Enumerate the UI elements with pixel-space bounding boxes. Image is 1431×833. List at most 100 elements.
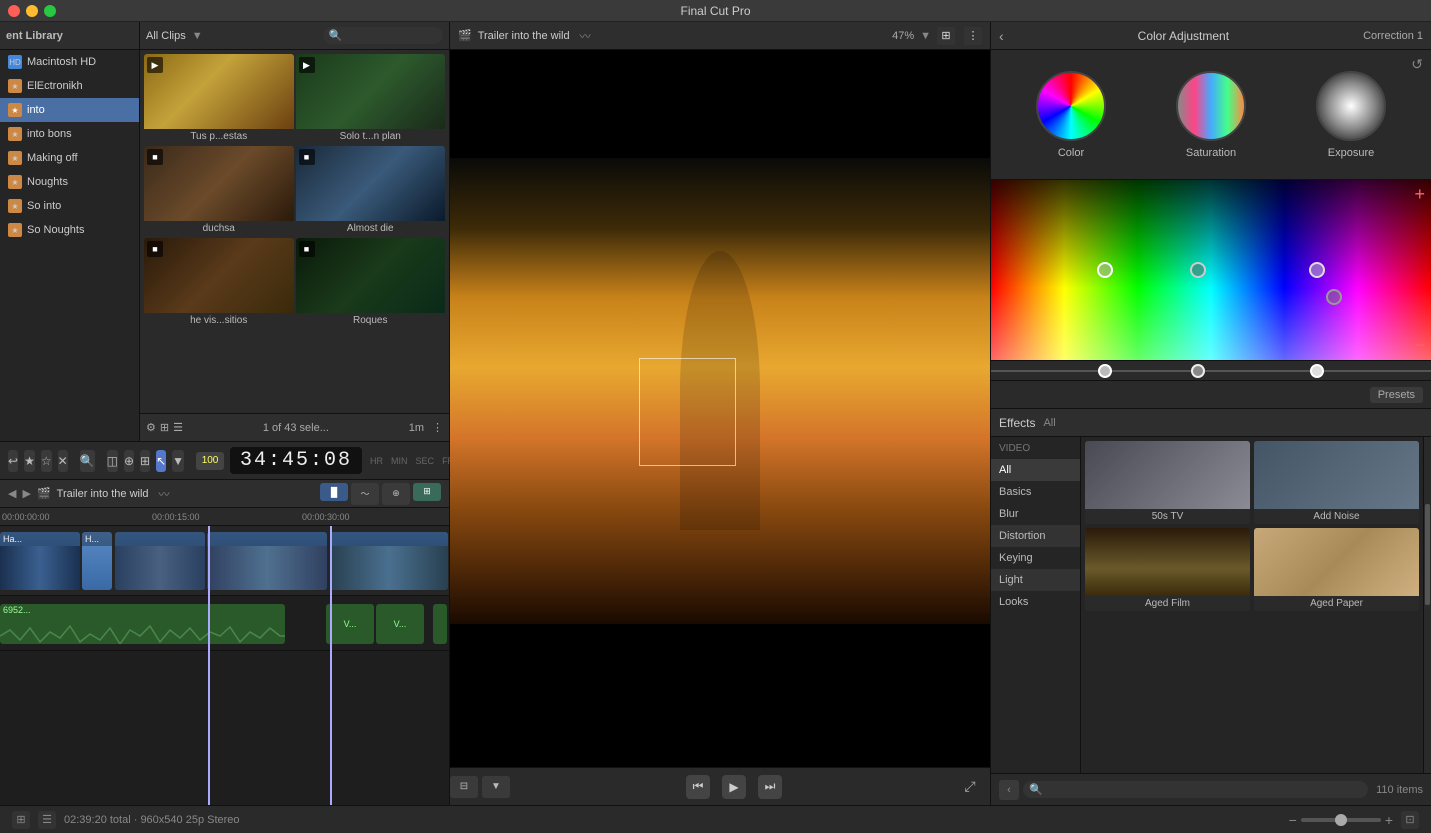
sidebar-item-making-off[interactable]: ★ Making off [0,146,139,170]
clip-item[interactable]: ■ he vis...sitios [144,238,294,328]
waveform-toggle[interactable]: 〜 [351,483,379,505]
color-h-slider[interactable] [991,360,1431,380]
zoom-fit-button[interactable]: ⊡ [1401,811,1419,829]
clip-item[interactable]: ▶ Solo t...n plan [296,54,446,144]
waveform-icon[interactable]: 〰 [580,28,591,44]
dropdown-arrow[interactable]: ▼ [192,30,203,42]
viewer-zoom-button[interactable]: ⊞ [937,27,955,45]
timeline-clip[interactable]: H... [82,532,112,590]
viewer-zoom-dropdown[interactable]: ▼ [482,776,510,798]
clip-item[interactable]: ■ Roques [296,238,446,328]
blade-tool-button[interactable]: ⊕ [124,450,134,472]
star-rating-button[interactable]: ★ [24,450,35,472]
sidebar-item-so-into[interactable]: ★ So into [0,194,139,218]
gradient-handle-3[interactable] [1309,262,1325,278]
effects-all-link[interactable]: All [1043,417,1055,429]
exposure-wheel[interactable] [1316,71,1386,141]
speed-indicator[interactable]: 100 [196,452,224,470]
timeline-clip[interactable] [207,532,327,590]
effects-cat-light[interactable]: Light [991,569,1080,591]
range-select-button[interactable]: ▼ [172,450,184,472]
timeline-clip[interactable] [115,532,205,590]
video-selection-box[interactable] [639,358,736,466]
audio-clip[interactable] [433,604,447,644]
gradient-handle-2[interactable] [1190,262,1206,278]
audio-clip[interactable]: 6952... [0,604,285,644]
effects-cat-all[interactable]: All [991,459,1080,481]
zoom-in-icon[interactable]: + [1385,812,1393,828]
status-add-button[interactable]: ⊞ [12,811,30,829]
effect-50s-tv[interactable]: 50s TV [1085,441,1250,524]
zoom-slider[interactable] [1301,818,1381,822]
connect-tool-button[interactable]: ⊞ [140,450,150,472]
sidebar-item-into[interactable]: ★ into [0,98,139,122]
close-button[interactable] [8,5,20,17]
effects-cat-distortion[interactable]: Distortion [991,525,1080,547]
maximize-button[interactable] [44,5,56,17]
effect-aged-film[interactable]: Aged Film [1085,528,1250,611]
arrow-tool-button[interactable]: ↩ [8,450,18,472]
search-button[interactable]: 🔍 [80,450,95,472]
effects-cat-keying[interactable]: Keying [991,547,1080,569]
play-icon[interactable]: ▶ [22,487,30,500]
sidebar-item-macintosh-hd[interactable]: HD Macintosh HD [0,50,139,74]
back-track-icon[interactable]: ◀ [8,487,16,500]
timeline-clip[interactable]: Ha... [0,532,80,590]
gradient-handle-4[interactable] [1326,289,1342,305]
viewer-settings-button[interactable]: ⋮ [964,27,982,45]
audio-clip[interactable]: V... [376,604,424,644]
effects-scrollbar[interactable] [1423,437,1431,773]
zoom-dropdown-arrow[interactable]: ▼ [920,30,931,42]
effects-back-button[interactable]: ‹ [999,780,1019,800]
color-gradient-area[interactable]: + − [991,180,1431,360]
effects-cat-basics[interactable]: Basics [991,481,1080,503]
list-view-icon[interactable]: ☰ [173,421,183,434]
all-clips-dropdown[interactable]: All Clips [146,30,186,42]
star-rating-empty-button[interactable]: ☆ [41,450,52,472]
waveform-icon[interactable]: 〰 [159,486,170,502]
saturation-wheel[interactable] [1176,71,1246,141]
zoom-out-icon[interactable]: − [1289,812,1297,828]
presets-button[interactable]: Presets [1370,387,1423,403]
undo-button[interactable]: ↺ [1411,56,1423,73]
h-slider-thumb-3[interactable] [1310,364,1324,378]
in-out-button[interactable]: ▐▌ [320,483,348,501]
h-slider-thumb-2[interactable] [1191,364,1205,378]
play-pause-button[interactable]: ▶ [722,775,746,799]
minimize-button[interactable] [26,5,38,17]
status-list-button[interactable]: ☰ [38,811,56,829]
go-to-start-button[interactable]: ⏮ [686,775,710,799]
clip-item[interactable]: ■ duchsa [144,146,294,236]
effects-cat-looks[interactable]: Looks [991,591,1080,613]
effect-aged-paper[interactable]: Aged Paper [1254,528,1419,611]
video-preview-area[interactable] [450,50,990,767]
timeline-clip[interactable] [330,532,448,590]
effects-cat-blur[interactable]: Blur [991,503,1080,525]
effects-scrollbar-thumb[interactable] [1425,504,1430,605]
clips-search-bar[interactable]: 🔍 [323,27,443,44]
effects-search-bar[interactable]: 🔍 [1023,781,1368,798]
grid-view-icon[interactable]: ⊞ [160,421,169,434]
view-toggle[interactable]: ⊞ [413,483,441,501]
viewer-transform-button[interactable]: ⊟ [450,776,478,798]
color-back-button[interactable]: ‹ [999,28,1004,44]
audio-clip[interactable]: V... [326,604,374,644]
zoom-toggle[interactable]: ⊕ [382,483,410,505]
fullscreen-button[interactable]: ⤢ [958,775,982,799]
gradient-handle-1[interactable] [1097,262,1113,278]
gradient-add-button[interactable]: + [1414,184,1425,205]
go-to-end-button[interactable]: ⏭ [758,775,782,799]
zoom-slider-thumb[interactable] [1335,814,1347,826]
sidebar-item-noughts[interactable]: ★ Noughts [0,170,139,194]
effect-add-noise[interactable]: Add Noise [1254,441,1419,524]
sidebar-item-into-bons[interactable]: ★ into bons [0,122,139,146]
gradient-remove-button[interactable]: − [1414,335,1425,356]
sidebar-item-so-noughts[interactable]: ★ So Noughts [0,218,139,242]
color-wheel[interactable] [1036,71,1106,141]
select-tool-button[interactable]: ↖ [156,450,166,472]
clip-item[interactable]: ▶ Tus p...estas [144,54,294,144]
clip-item[interactable]: ■ Almost die [296,146,446,236]
scroll-handle-icon[interactable]: ⋮ [432,421,443,434]
sidebar-item-electronikh[interactable]: ★ ElEctronikh [0,74,139,98]
h-slider-thumb-1[interactable] [1098,364,1112,378]
